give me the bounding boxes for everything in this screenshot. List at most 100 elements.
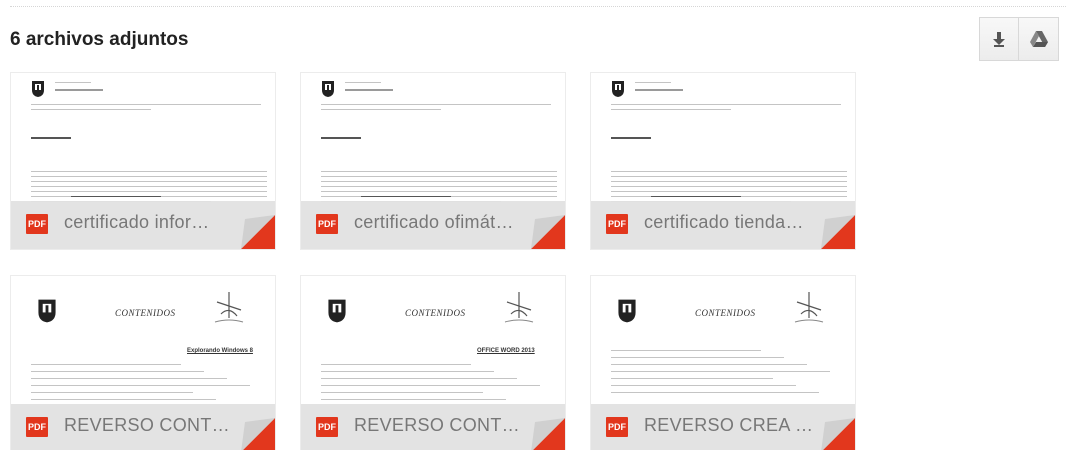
doc-text-line xyxy=(31,171,267,172)
doc-text-line xyxy=(361,196,451,197)
doc-text-line xyxy=(31,137,71,139)
attachment-footer: PDF REVERSO CONT… xyxy=(11,404,275,450)
doc-text-line xyxy=(71,196,161,197)
attachment-filename: REVERSO CONT… xyxy=(354,415,520,435)
doc-text-line xyxy=(611,364,807,365)
doc-text-line xyxy=(611,371,830,372)
doc-text-line xyxy=(611,171,847,172)
attachment-footer: PDF REVERSO CREA … xyxy=(591,404,855,450)
doc-text-line xyxy=(31,176,267,177)
doc-text-line xyxy=(321,171,557,172)
attachment-card[interactable]: CONTENIDOS OFFICE WORD 2013 PDF REVERSO CON… xyxy=(300,275,566,450)
attachment-filename: REVERSO CREA … xyxy=(644,415,814,435)
doc-text-line xyxy=(611,392,819,393)
doc-text-line xyxy=(321,371,494,372)
thumbnail-subheading: Explorando Windows 8 xyxy=(187,348,253,354)
doc-text-line xyxy=(31,378,227,379)
academy-logo xyxy=(214,292,244,323)
doc-text-line xyxy=(55,89,103,91)
doc-text-line xyxy=(31,371,204,372)
attachment-thumbnail xyxy=(11,73,275,205)
academy-logo xyxy=(504,292,534,323)
page-fold-corner-icon xyxy=(531,418,565,450)
doc-text-line xyxy=(651,196,741,197)
crest-logo xyxy=(618,299,636,323)
save-to-drive-button[interactable] xyxy=(1019,17,1059,61)
doc-text-line xyxy=(321,385,540,386)
doc-text-line xyxy=(31,181,267,182)
academy-logo xyxy=(794,292,824,323)
crest-logo xyxy=(612,81,624,97)
top-divider xyxy=(10,6,1066,7)
attachment-filename: REVERSO CONT… xyxy=(64,415,230,435)
attachment-card[interactable]: CONTENIDOS PDF REVERSO CREA … xyxy=(590,275,856,450)
doc-text-line xyxy=(321,378,517,379)
doc-text-line xyxy=(31,109,151,110)
doc-text-line xyxy=(611,104,841,105)
doc-text-line xyxy=(321,137,361,139)
doc-text-line xyxy=(635,82,671,83)
crest-logo xyxy=(32,81,44,97)
doc-text-line xyxy=(611,385,796,386)
download-arrow-icon xyxy=(993,32,1005,47)
doc-text-line xyxy=(345,89,393,91)
doc-text-line xyxy=(321,176,557,177)
doc-text-line xyxy=(321,181,557,182)
doc-text-line xyxy=(611,350,761,351)
doc-text-line xyxy=(611,357,784,358)
thumbnail-heading: CONTENIDOS xyxy=(115,308,176,318)
doc-text-line xyxy=(321,186,557,187)
attachment-card[interactable]: PDF certificado tienda… xyxy=(590,72,856,250)
doc-text-line xyxy=(321,109,441,110)
download-all-button[interactable] xyxy=(979,17,1019,61)
attachment-thumbnail: CONTENIDOS xyxy=(591,276,855,408)
doc-text-line xyxy=(31,191,267,192)
pdf-file-icon: PDF xyxy=(26,417,48,437)
crest-logo xyxy=(328,299,346,323)
pdf-file-icon: PDF xyxy=(26,214,48,234)
attachment-thumbnail: CONTENIDOS OFFICE WORD 2013 xyxy=(301,276,565,408)
doc-text-line xyxy=(31,392,193,393)
doc-text-line xyxy=(611,186,847,187)
attachment-footer: PDF certificado ofimát… xyxy=(301,201,565,249)
attachment-card[interactable]: CONTENIDOS Explorando Windows 8 PDF REVERSO… xyxy=(10,275,276,450)
attachment-thumbnail: CONTENIDOS Explorando Windows 8 xyxy=(11,276,275,408)
thumbnail-heading: CONTENIDOS xyxy=(405,308,466,318)
doc-text-line xyxy=(611,181,847,182)
doc-text-line xyxy=(321,104,551,105)
doc-text-line xyxy=(611,191,847,192)
attachment-card[interactable]: PDF certificado infor… xyxy=(10,72,276,250)
page-fold-corner-icon xyxy=(241,215,275,249)
attachment-thumbnail xyxy=(591,73,855,205)
thumbnail-heading: CONTENIDOS xyxy=(695,308,756,318)
attachment-filename: certificado infor… xyxy=(64,212,210,232)
doc-text-line xyxy=(321,392,483,393)
doc-text-line xyxy=(321,364,471,365)
attachment-thumbnail xyxy=(301,73,565,205)
attachment-filename: certificado ofimát… xyxy=(354,212,514,232)
doc-text-line xyxy=(611,378,773,379)
pdf-file-icon: PDF xyxy=(606,214,628,234)
doc-text-line xyxy=(611,176,847,177)
attachment-footer: PDF certificado tienda… xyxy=(591,201,855,249)
doc-text-line xyxy=(611,137,651,139)
page-fold-corner-icon xyxy=(241,418,275,450)
page-fold-corner-icon xyxy=(531,215,565,249)
crest-logo xyxy=(322,81,334,97)
doc-text-line xyxy=(321,191,557,192)
doc-text-line xyxy=(55,82,91,83)
attachments-count-title: 6 archivos adjuntos xyxy=(10,29,189,50)
doc-text-line xyxy=(31,186,267,187)
doc-text-line xyxy=(635,89,683,91)
pdf-file-icon: PDF xyxy=(606,417,628,437)
attachment-footer: PDF REVERSO CONT… xyxy=(301,404,565,450)
attachments-toolbar xyxy=(979,17,1059,61)
attachment-card[interactable]: PDF certificado ofimát… xyxy=(300,72,566,250)
page-fold-corner-icon xyxy=(821,418,855,450)
pdf-file-icon: PDF xyxy=(316,214,338,234)
doc-text-line xyxy=(31,104,261,105)
doc-text-line xyxy=(321,399,506,400)
google-drive-icon xyxy=(1029,31,1048,47)
page-fold-corner-icon xyxy=(821,215,855,249)
attachment-footer: PDF certificado infor… xyxy=(11,201,275,249)
